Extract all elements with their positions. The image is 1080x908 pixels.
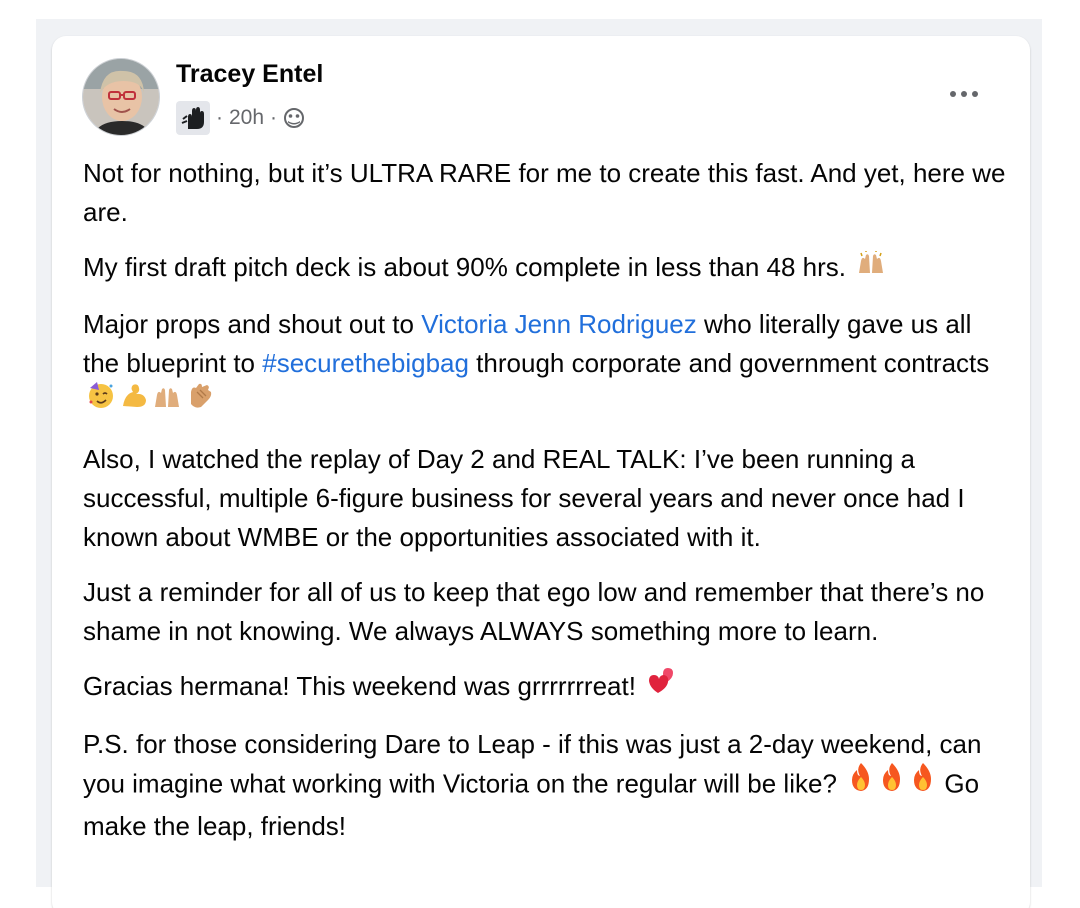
raised-hand-badge-icon[interactable] [176,101,210,135]
fire-icon [909,761,937,804]
party-face-icon [86,380,116,421]
more-dot [950,91,956,97]
paragraph-text: Major props and shout out to [83,308,422,339]
fire-icon [878,761,906,804]
group-audience-icon[interactable] [283,107,305,129]
post-paragraph-4: Also, I watched the replay of Day 2 and … [83,440,1008,557]
post-paragraph-7: P.S. for those considering Dare to Leap … [83,725,1008,846]
hashtag-link[interactable]: #securethebigbag [262,348,469,378]
paragraph-text: My first draft pitch deck is about 90% c… [83,252,847,282]
post-paragraph-5: Just a reminder for all of us to keep th… [83,573,1008,651]
two-hearts-icon [646,665,678,706]
raising-hands-icon [152,381,182,420]
post-paragraph-6: Gracias hermana! This weekend was grrrrr… [83,667,1008,709]
more-dot [961,91,967,97]
meta-separator: · [270,106,278,129]
clapping-hands-icon [185,380,215,421]
more-options-button[interactable] [942,76,986,112]
post-body: Not for nothing, but it’s ULTRA RARE for… [83,154,1008,862]
post-paragraph-1: Not for nothing, but it’s ULTRA RARE for… [83,154,1008,232]
fire-icon [847,761,875,804]
author-name[interactable]: Tracey Entel [176,60,323,89]
post-timestamp[interactable]: 20h [229,106,264,130]
paragraph-text: Gracias hermana! This weekend was grrrrr… [83,671,636,702]
flexed-biceps-icon [119,380,149,421]
post-card: Tracey Entel · 20h · Not for nothing, bu… [52,36,1030,908]
paragraph-text: Also, I watched the replay of Day 2 and … [83,444,965,553]
meta-separator: · [216,106,223,129]
more-dot [972,91,978,97]
post-paragraph-2: My first draft pitch deck is about 90% c… [83,248,1008,289]
mention-link[interactable]: Victoria Jenn Rodriguez [421,309,697,339]
post-meta: · 20h · [176,100,305,136]
paragraph-text: through corporate and government contrac… [468,347,990,378]
raising-hands-icon [856,247,886,286]
author-avatar[interactable] [82,58,160,136]
paragraph-text: Not for nothing, but it’s ULTRA RARE for… [83,158,1006,227]
post-paragraph-3: Major props and shout out to Victoria Je… [83,305,1008,425]
paragraph-text: Just a reminder for all of us to keep th… [83,577,985,647]
